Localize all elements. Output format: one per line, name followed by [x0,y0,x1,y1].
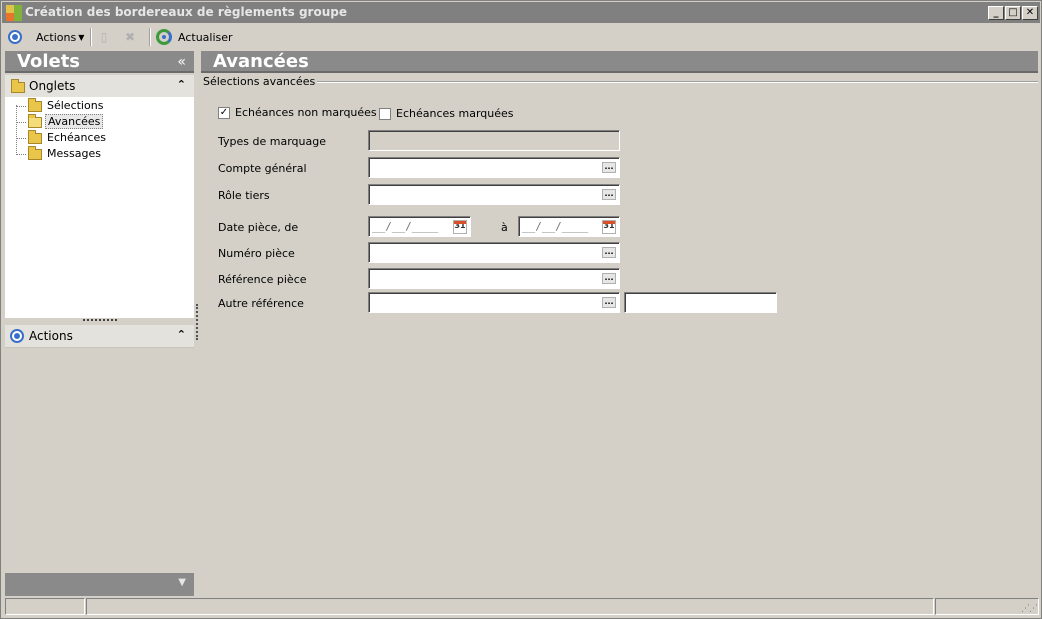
chevron-up-icon[interactable]: ⌃ [177,328,186,341]
role-tiers-label: Rôle tiers [218,189,270,202]
date-piece-a-field[interactable]: 31 [518,216,620,237]
reference-piece-field[interactable]: ... [368,268,620,289]
folder-icon [28,130,42,144]
actions-group-label: Actions [29,329,73,343]
checkbox-checked[interactable]: ✓ [218,106,230,119]
document-icon: ▯ [100,30,108,44]
types-marquage-field [368,130,620,151]
volets-header: Volets « [5,51,194,73]
checkbox-unchecked[interactable] [379,107,391,120]
minimize-button[interactable]: _ [988,6,1004,20]
checkbox-echeances-marquees[interactable]: Echéances marquées [379,107,514,120]
onglets-label: Onglets [29,79,76,93]
delete-icon: ✖ [124,30,136,44]
autre-reference-label: Autre référence [218,297,304,310]
toolbar-separator [149,28,151,46]
ellipsis-button[interactable]: ... [602,273,616,284]
ellipsis-button[interactable]: ... [602,247,616,258]
vertical-splitter[interactable] [196,304,198,340]
horizontal-splitter[interactable] [5,318,194,324]
autre-reference-field[interactable]: ... [368,292,620,313]
tree-item-avancees[interactable]: Avancées [16,114,186,130]
toolbar: Actions ▼ ▯ ✖ Actualiser [2,24,1040,49]
refresh-label: Actualiser [178,30,233,44]
page-title: Avancées [213,51,309,72]
tree-item-label: Sélections [47,99,104,112]
date-piece-de-label: Date pièce, de [218,221,299,234]
tree-item-label: Messages [47,147,101,160]
tree-item-messages[interactable]: Messages [16,146,186,162]
new-document-button[interactable]: ▯ [97,27,111,47]
numero-piece-label: Numéro pièce [218,247,295,260]
compte-general-label: Compte général [218,162,307,175]
tree-item-selections[interactable]: Sélections [16,98,186,114]
types-marquage-label: Types de marquage [218,135,326,148]
checkbox-echeances-non-marquees[interactable]: ✓ Echéances non marquées [218,106,377,119]
chevron-down-icon: ▼ [78,32,85,42]
volets-title: Volets [17,51,81,72]
date-piece-de-field[interactable]: 31 [368,216,471,237]
reference-piece-label: Référence pièce [218,273,307,286]
ellipsis-button[interactable]: ... [602,189,616,200]
role-tiers-field[interactable]: ... [368,184,620,205]
calendar-icon[interactable]: 31 [602,220,616,234]
actions-toolbar-icon[interactable] [8,27,22,47]
window-title: Création des bordereaux de règlements gr… [25,5,347,19]
compte-general-field[interactable]: ... [368,157,620,178]
left-pane-footer[interactable]: ▼ [5,573,194,596]
status-bar: ⋰⋰ [5,598,1039,616]
maximize-button[interactable]: □ [1005,6,1021,20]
refresh-button[interactable]: Actualiser [156,27,233,47]
status-cell [5,598,85,615]
section-divider [301,81,1038,83]
actions-ring-icon [8,30,22,44]
main-window: Création des bordereaux de règlements gr… [0,0,1042,619]
tree-item-label: Avancées [45,114,104,129]
tree-item-label: Echéances [47,131,106,144]
chevron-up-icon[interactable]: ⌃ [177,78,186,91]
folder-icon [28,98,42,112]
checkbox-label: Echéances non marquées [235,106,377,119]
folder-icon [11,79,25,93]
actions-group-header[interactable]: Actions ⌃ [5,325,194,348]
autre-reference-extra-field[interactable] [624,292,777,313]
onglets-tree: Sélections Avancées Echéances Messages [5,97,194,318]
resize-grip-icon[interactable]: ⋰⋰ [1021,604,1038,614]
toolbar-separator [90,28,92,46]
ellipsis-button[interactable]: ... [602,162,616,173]
chevron-down-icon[interactable]: ▼ [178,577,186,588]
actions-menu-button[interactable]: Actions ▼ [36,27,84,47]
date-from-input[interactable] [372,219,452,234]
onglets-group-header[interactable]: Onglets ⌃ [5,75,194,98]
refresh-icon [156,29,172,45]
title-bar: Création des bordereaux de règlements gr… [2,2,1040,23]
date-to-input[interactable] [522,219,602,234]
open-folder-icon [28,114,42,128]
numero-piece-field[interactable]: ... [368,242,620,263]
ellipsis-button[interactable]: ... [602,297,616,308]
calendar-icon[interactable]: 31 [453,220,467,234]
delete-button[interactable]: ✖ [123,27,137,47]
page-header: Avancées [201,51,1038,73]
actions-ring-icon [10,329,24,343]
folder-icon [28,146,42,160]
section-title: Sélections avancées [203,75,318,88]
app-icon [6,5,22,21]
actions-menu-label: Actions [36,30,77,44]
checkbox-label: Echéances marquées [396,107,514,120]
tree-item-echeances[interactable]: Echéances [16,130,186,146]
close-button[interactable]: ✕ [1022,6,1038,20]
date-to-label: à [501,221,508,234]
collapse-pane-icon[interactable]: « [177,54,186,70]
status-cell [86,598,934,615]
